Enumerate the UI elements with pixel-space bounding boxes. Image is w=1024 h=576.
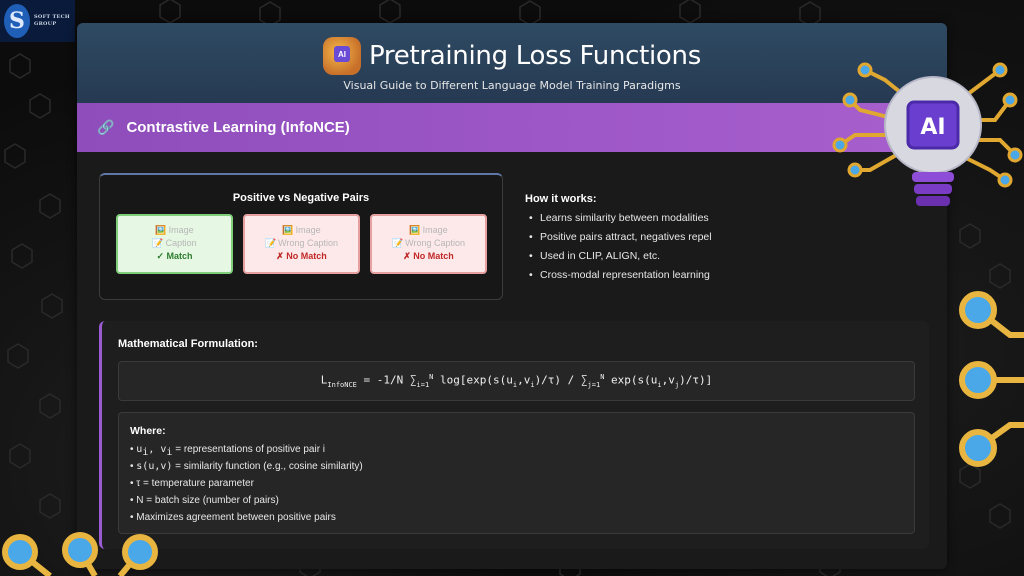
where-text: Maximizes agreement between positive pai… — [136, 512, 336, 523]
formula-part: ∑ — [580, 373, 588, 387]
where-item: • Maximizes agreement between positive p… — [130, 512, 336, 523]
how-item: Learns similarity between modalities — [525, 209, 785, 228]
formula-part: ∑ — [409, 373, 417, 387]
where-text: = similarity function (e.g., cosine simi… — [172, 461, 363, 472]
slide: AI Pretraining Loss Functions Visual Gui… — [77, 23, 947, 569]
circuit-decoration-left — [2, 532, 158, 576]
link-icon: 🔗 — [97, 119, 115, 135]
slide-header: AI Pretraining Loss Functions Visual Gui… — [77, 23, 947, 103]
formula-part: InfoNCE — [327, 380, 357, 389]
where-code: , v — [148, 444, 167, 455]
match-verdict: ✓ Match — [156, 251, 193, 261]
svg-text:AI: AI — [920, 115, 945, 140]
how-it-works: How it works: Learns similarity between … — [525, 193, 785, 285]
logo-text-line1: SOFT TECH — [34, 14, 70, 20]
formula-part: )/τ)] — [679, 373, 713, 387]
pair-image-label: Image — [168, 225, 194, 235]
formula: LInfoNCE = -1/N ∑i=1N log[exp(s(ui,vi)/τ… — [321, 373, 712, 389]
pair-image-label: Image — [422, 225, 448, 235]
where-item: • ui, vi = representations of positive p… — [130, 444, 326, 458]
section-title: Contrastive Learning (InfoNCE) — [126, 119, 350, 136]
positive-pair-box: 🖼️ Image 📝 Caption ✓ Match — [116, 214, 233, 274]
negative-pair-box: 🖼️ Image 📝 Wrong Caption ✗ No Match — [370, 214, 487, 274]
math-card: Mathematical Formulation: LInfoNCE = -1/… — [99, 321, 929, 549]
formula-part: )/τ) / — [534, 373, 581, 387]
ai-brain-icon: AI — [323, 37, 362, 75]
pair-caption-line: 📝 Wrong Caption — [372, 237, 485, 250]
how-title: How it works: — [525, 193, 597, 205]
memo-icon: 📝 — [391, 238, 404, 248]
memo-icon: 📝 — [264, 238, 277, 248]
negative-pair-box: 🖼️ Image 📝 Wrong Caption ✗ No Match — [243, 214, 360, 274]
pair-image-line: 🖼️ Image — [118, 224, 231, 237]
pairs-title: Positive vs Negative Pairs — [232, 192, 370, 204]
how-item: Cross-modal representation learning — [525, 266, 785, 285]
company-logo: S SOFT TECH GROUP — [0, 0, 75, 42]
math-title: Mathematical Formulation: — [118, 338, 258, 350]
page-title: Pretraining Loss Functions — [369, 41, 701, 71]
pair-caption-line: 📝 Caption — [118, 237, 231, 250]
section-header: 🔗 Contrastive Learning (InfoNCE) — [77, 103, 947, 152]
where-item: • s(u,v) = similarity function (e.g., co… — [130, 461, 363, 472]
where-box: Where: • ui, vi = representations of pos… — [118, 412, 915, 534]
page-subtitle: Visual Guide to Different Language Model… — [343, 79, 681, 92]
how-item: Positive pairs attract, negatives repel — [525, 228, 785, 247]
image-icon: 🖼️ — [282, 225, 294, 235]
circuit-decoration-right — [959, 291, 1024, 467]
formula-part: j=1 — [587, 380, 601, 389]
pairs-card: Positive vs Negative Pairs 🖼️ Image 📝 Capt… — [99, 173, 503, 300]
where-text: N = batch size (number of pairs) — [136, 495, 279, 506]
formula-part: = -1/N — [356, 373, 410, 387]
image-icon: 🖼️ — [155, 225, 167, 235]
formula-part: log[exp(s(u — [433, 373, 513, 387]
logo-text-line2: GROUP — [34, 21, 57, 27]
how-list: Learns similarity between modalities Pos… — [525, 209, 785, 285]
formula-box: LInfoNCE = -1/N ∑i=1N log[exp(s(ui,vi)/τ… — [118, 361, 915, 401]
pair-image-line: 🖼️ Image — [245, 224, 358, 237]
where-item: • N = batch size (number of pairs) — [130, 495, 279, 506]
image-icon: 🖼️ — [409, 225, 421, 235]
pair-image-label: Image — [295, 225, 321, 235]
formula-part: i=1 — [416, 380, 430, 389]
memo-icon: 📝 — [152, 238, 164, 248]
where-title: Where: — [130, 425, 166, 437]
ai-lightbulb-icon: AI — [832, 62, 1023, 206]
pair-caption-label: Wrong Caption — [278, 238, 339, 248]
logo-mark: S — [4, 4, 30, 38]
formula-part: ,v — [517, 373, 531, 387]
formula-part: ,v — [661, 373, 675, 387]
where-code: s(u,v) — [136, 461, 173, 472]
pair-image-line: 🖼️ Image — [372, 224, 485, 237]
title-row: AI Pretraining Loss Functions — [77, 37, 947, 75]
no-match-verdict: ✗ No Match — [403, 251, 454, 261]
pair-caption-label: Wrong Caption — [405, 238, 466, 248]
how-item: Used in CLIP, ALIGN, etc. — [525, 247, 785, 266]
where-text: τ = temperature parameter — [136, 478, 254, 489]
where-item: • τ = temperature parameter — [130, 478, 254, 489]
formula-part: exp(s(u — [604, 373, 658, 387]
where-text: = representations of positive pair i — [172, 444, 326, 455]
ai-chip-label: AI — [334, 46, 351, 62]
pair-caption-label: Caption — [165, 238, 197, 248]
logo-text: SOFT TECH GROUP — [34, 14, 70, 28]
no-match-verdict: ✗ No Match — [276, 251, 327, 261]
pair-caption-line: 📝 Wrong Caption — [245, 237, 358, 250]
